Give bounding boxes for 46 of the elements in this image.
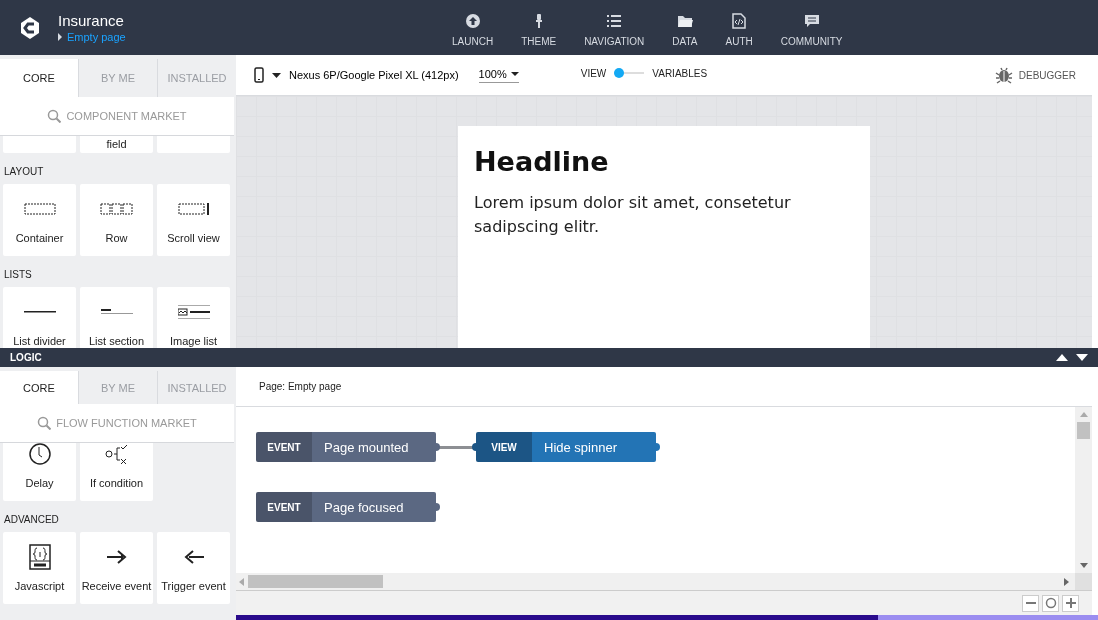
tile-label: field (106, 138, 127, 150)
tile-label: Javascript (14, 580, 65, 592)
toggle-label: VARIABLES (652, 67, 708, 79)
section-title: ADVANCED (3, 513, 60, 527)
body-text: Lorem ipsum dolor sit amet, consetetur sadipscing elitr. (474, 192, 792, 238)
tile-label: Receive event (81, 580, 152, 592)
tile-label: Trigger event (161, 580, 226, 592)
tile-label: List divider (13, 335, 66, 347)
nav-button[interactable]: DATA (658, 12, 712, 47)
tile-label: Row (105, 232, 128, 244)
tile-label: If condition (89, 477, 144, 489)
nav-button[interactable]: NAVIGATION (570, 12, 659, 47)
tab[interactable]: CORE (0, 59, 79, 97)
nav-button[interactable]: LAUNCH (438, 12, 508, 47)
component-tile[interactable]: Javascript (3, 532, 76, 604)
tile-label: Container (15, 232, 64, 244)
component-tile[interactable]: Row (80, 184, 153, 256)
nav-button[interactable]: COMMUNITY (766, 12, 857, 47)
toggle-label: VIEW (580, 67, 607, 79)
headline: Headline (474, 146, 610, 177)
device-selector[interactable]: Nexus 6P/Google Pixel XL (412px) (254, 67, 459, 83)
nav-button[interactable]: AUTH (711, 12, 767, 47)
nav-button[interactable]: THEME (507, 12, 571, 47)
tile-label: List section (89, 335, 144, 347)
component-tile[interactable]: Container (3, 184, 76, 256)
component-tile[interactable]: Receive event (80, 532, 153, 604)
page-link[interactable]: Empty page (58, 31, 438, 43)
component-tile[interactable]: Trigger event (157, 532, 230, 604)
component-tile[interactable]: List section (80, 287, 153, 348)
tile-label: Scroll view (167, 232, 220, 244)
tab[interactable]: CORE (0, 371, 79, 404)
debugger-button[interactable]: DEBUGGER (994, 66, 1076, 84)
section-title: LAYOUT (3, 165, 45, 179)
component-tile[interactable]: If condition (80, 443, 153, 501)
zoom-dropdown[interactable]: 100% (478, 67, 519, 83)
tile-label: Image list (169, 335, 218, 347)
section-title: LISTS (3, 268, 33, 282)
tile-label: Delay (25, 477, 54, 489)
app-title: Insurance (58, 12, 125, 30)
page-label: Page: Empty page (259, 381, 342, 392)
component-tile[interactable]: Delay (3, 443, 76, 501)
component-tile[interactable]: field (80, 136, 153, 153)
panel-title: LOGIC (10, 352, 42, 363)
component-tile[interactable]: Image list (157, 287, 230, 348)
component-tile[interactable]: Scroll view (157, 184, 230, 256)
component-tile[interactable]: List divider (3, 287, 76, 348)
